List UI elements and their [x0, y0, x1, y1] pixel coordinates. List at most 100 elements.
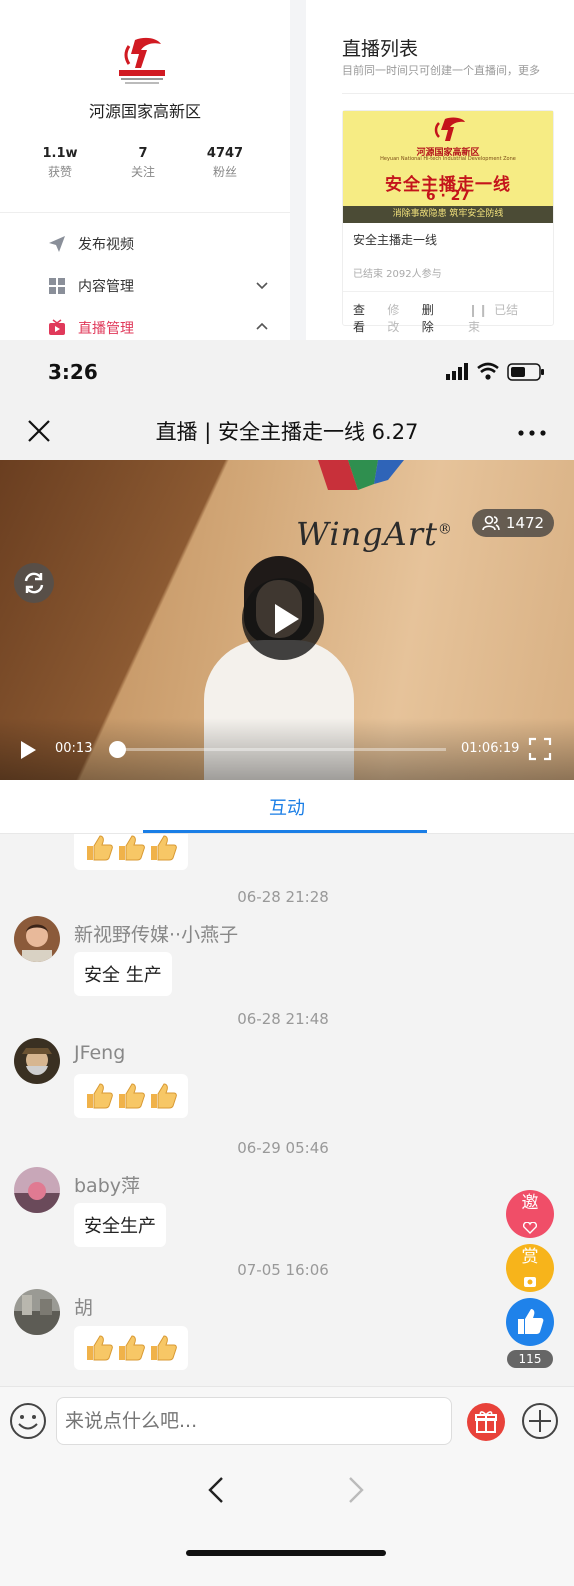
stat-fans[interactable]: 4747 粉丝 — [190, 146, 260, 180]
send-icon — [49, 236, 65, 252]
menu-item-label: 内容管理 — [78, 279, 134, 295]
user-avatar-icon — [14, 1167, 60, 1213]
live-list-subtitle: 目前同一时间只可创建一个直播间，更多 — [342, 64, 540, 77]
live-card-meta: 已结束 2092人参与 — [353, 269, 442, 280]
more-icon[interactable] — [518, 430, 546, 436]
home-indicator — [186, 1550, 386, 1556]
reward-button[interactable]: 赏 — [506, 1244, 554, 1292]
message-username: 新视野传媒··小燕子 — [74, 924, 239, 946]
divider — [0, 212, 290, 213]
thumbs-up-emoji-group — [84, 1333, 178, 1363]
thumbs-up-icon — [518, 1309, 544, 1334]
user-avatar-icon — [14, 1038, 60, 1084]
thumbs-up-emoji-icon — [151, 835, 177, 861]
chevron-up-icon — [256, 322, 268, 330]
invite-button[interactable]: 邀 — [506, 1190, 554, 1238]
grid-icon — [49, 278, 65, 294]
gift-icon[interactable] — [466, 1402, 506, 1442]
status-icons — [446, 362, 544, 381]
divider — [342, 93, 574, 94]
message-bubble — [74, 834, 188, 870]
pause-icon: ❙❙ — [468, 303, 489, 317]
thumbs-up-emoji-icon — [119, 1335, 145, 1361]
menu-item-label: 发布视频 — [78, 237, 134, 253]
play-button[interactable] — [242, 578, 324, 660]
edit-button[interactable]: 修改 — [387, 301, 409, 335]
coin-icon — [524, 1277, 536, 1287]
like-button[interactable] — [506, 1298, 554, 1346]
nav-bar: 直播 | 安全主播走一线 6.27 — [0, 404, 574, 460]
invite-label: 邀 — [521, 1193, 539, 1213]
emoji-icon[interactable] — [8, 1401, 48, 1441]
org-name: 河源国家高新区 — [88, 102, 201, 121]
message-bubble — [74, 1074, 188, 1118]
menu-item-publish-video[interactable]: 发布视频 — [48, 231, 278, 257]
user-avatar-icon — [14, 1289, 60, 1335]
battery-icon — [507, 363, 544, 381]
stat-label: 粉丝 — [212, 165, 237, 179]
tab-bar: 互动 — [0, 780, 574, 834]
tab-interaction[interactable]: 互动 — [0, 794, 574, 820]
video-player[interactable]: WingArt® 1472 00:13 01:06:19 — [0, 460, 574, 780]
message-timestamp: 06-28 21:28 — [237, 888, 329, 906]
signal-icon — [446, 363, 468, 380]
play-icon — [275, 604, 299, 634]
message-timestamp: 07-05 16:06 — [237, 1261, 329, 1279]
org-logo-icon — [434, 117, 465, 141]
tv-icon — [49, 319, 65, 335]
refresh-button[interactable] — [14, 563, 54, 603]
menu-item-live-management[interactable]: 直播管理 — [48, 315, 278, 340]
stat-label: 获赞 — [47, 165, 72, 179]
avatar[interactable] — [14, 1038, 60, 1084]
poster-org-en: Heyuan National Hi-tech Industrial Devel… — [380, 156, 516, 162]
chevron-right-icon[interactable] — [344, 1476, 368, 1504]
delete-button[interactable]: 删除 — [422, 301, 444, 335]
message-timestamp: 06-29 05:46 — [237, 1139, 329, 1157]
poster-date: 6 · 27 — [425, 188, 471, 204]
total-time: 01:06:19 — [461, 741, 520, 756]
brand-mark: ® — [437, 521, 453, 538]
progress-knob[interactable] — [108, 741, 126, 758]
thumbs-up-emoji-icon — [87, 835, 113, 861]
live-list-title: 直播列表 — [342, 38, 419, 60]
avatar[interactable] — [14, 1289, 60, 1335]
progress-track[interactable] — [116, 748, 446, 751]
view-button[interactable]: 查看 — [353, 301, 375, 335]
status-time: 3:26 — [48, 360, 98, 384]
play-icon[interactable] — [18, 740, 38, 760]
menu-item-label: 直播管理 — [78, 321, 134, 337]
chat-list[interactable]: 06-28 21:28 新视野传媒··小燕子 安全 生产 06-28 21:48… — [0, 834, 574, 1386]
message-username: baby萍 — [74, 1175, 141, 1197]
menu-item-content-management[interactable]: 内容管理 — [48, 273, 278, 299]
thumbs-up-emoji-icon — [151, 1083, 177, 1109]
viewer-count: 1472 — [505, 514, 545, 532]
heart-icon — [522, 1221, 538, 1234]
stat-value: 7 — [138, 146, 148, 161]
comment-bar — [0, 1386, 574, 1454]
message-text: 安全 生产 — [84, 965, 162, 986]
chevron-left-icon[interactable] — [204, 1476, 228, 1504]
brand-name: WingArt — [296, 515, 438, 553]
live-card[interactable]: 河源国家高新区 Heyuan National Hi-tech Industri… — [342, 110, 554, 334]
ended-status: ❙❙ 已结束 — [468, 301, 537, 335]
stat-following[interactable]: 7 关注 — [108, 146, 178, 180]
message-bubble: 安全 生产 — [74, 952, 172, 996]
admin-screenshot: 河源国家高新区 1.1w 获赞 7 关注 4747 粉丝 发布视频 内容管理 直… — [0, 0, 574, 340]
comment-input[interactable] — [56, 1397, 452, 1445]
message-bubble — [74, 1326, 188, 1370]
avatar[interactable] — [14, 916, 60, 962]
thumbs-up-emoji-group — [84, 834, 178, 863]
thumbs-up-emoji-icon — [87, 1083, 113, 1109]
like-count: 115 — [507, 1350, 553, 1368]
status-bar: 3:26 — [0, 340, 574, 404]
thumbs-up-emoji-group — [84, 1081, 178, 1111]
thumbs-up-emoji-icon — [119, 1083, 145, 1109]
plus-icon[interactable] — [520, 1401, 560, 1441]
message-text: 安全生产 — [84, 1216, 156, 1237]
message-bubble: 安全生产 — [74, 1203, 166, 1247]
thumbs-up-emoji-icon — [87, 1335, 113, 1361]
avatar[interactable] — [14, 1167, 60, 1213]
divider — [343, 291, 553, 292]
fullscreen-icon[interactable] — [528, 737, 552, 761]
users-icon — [482, 515, 500, 531]
